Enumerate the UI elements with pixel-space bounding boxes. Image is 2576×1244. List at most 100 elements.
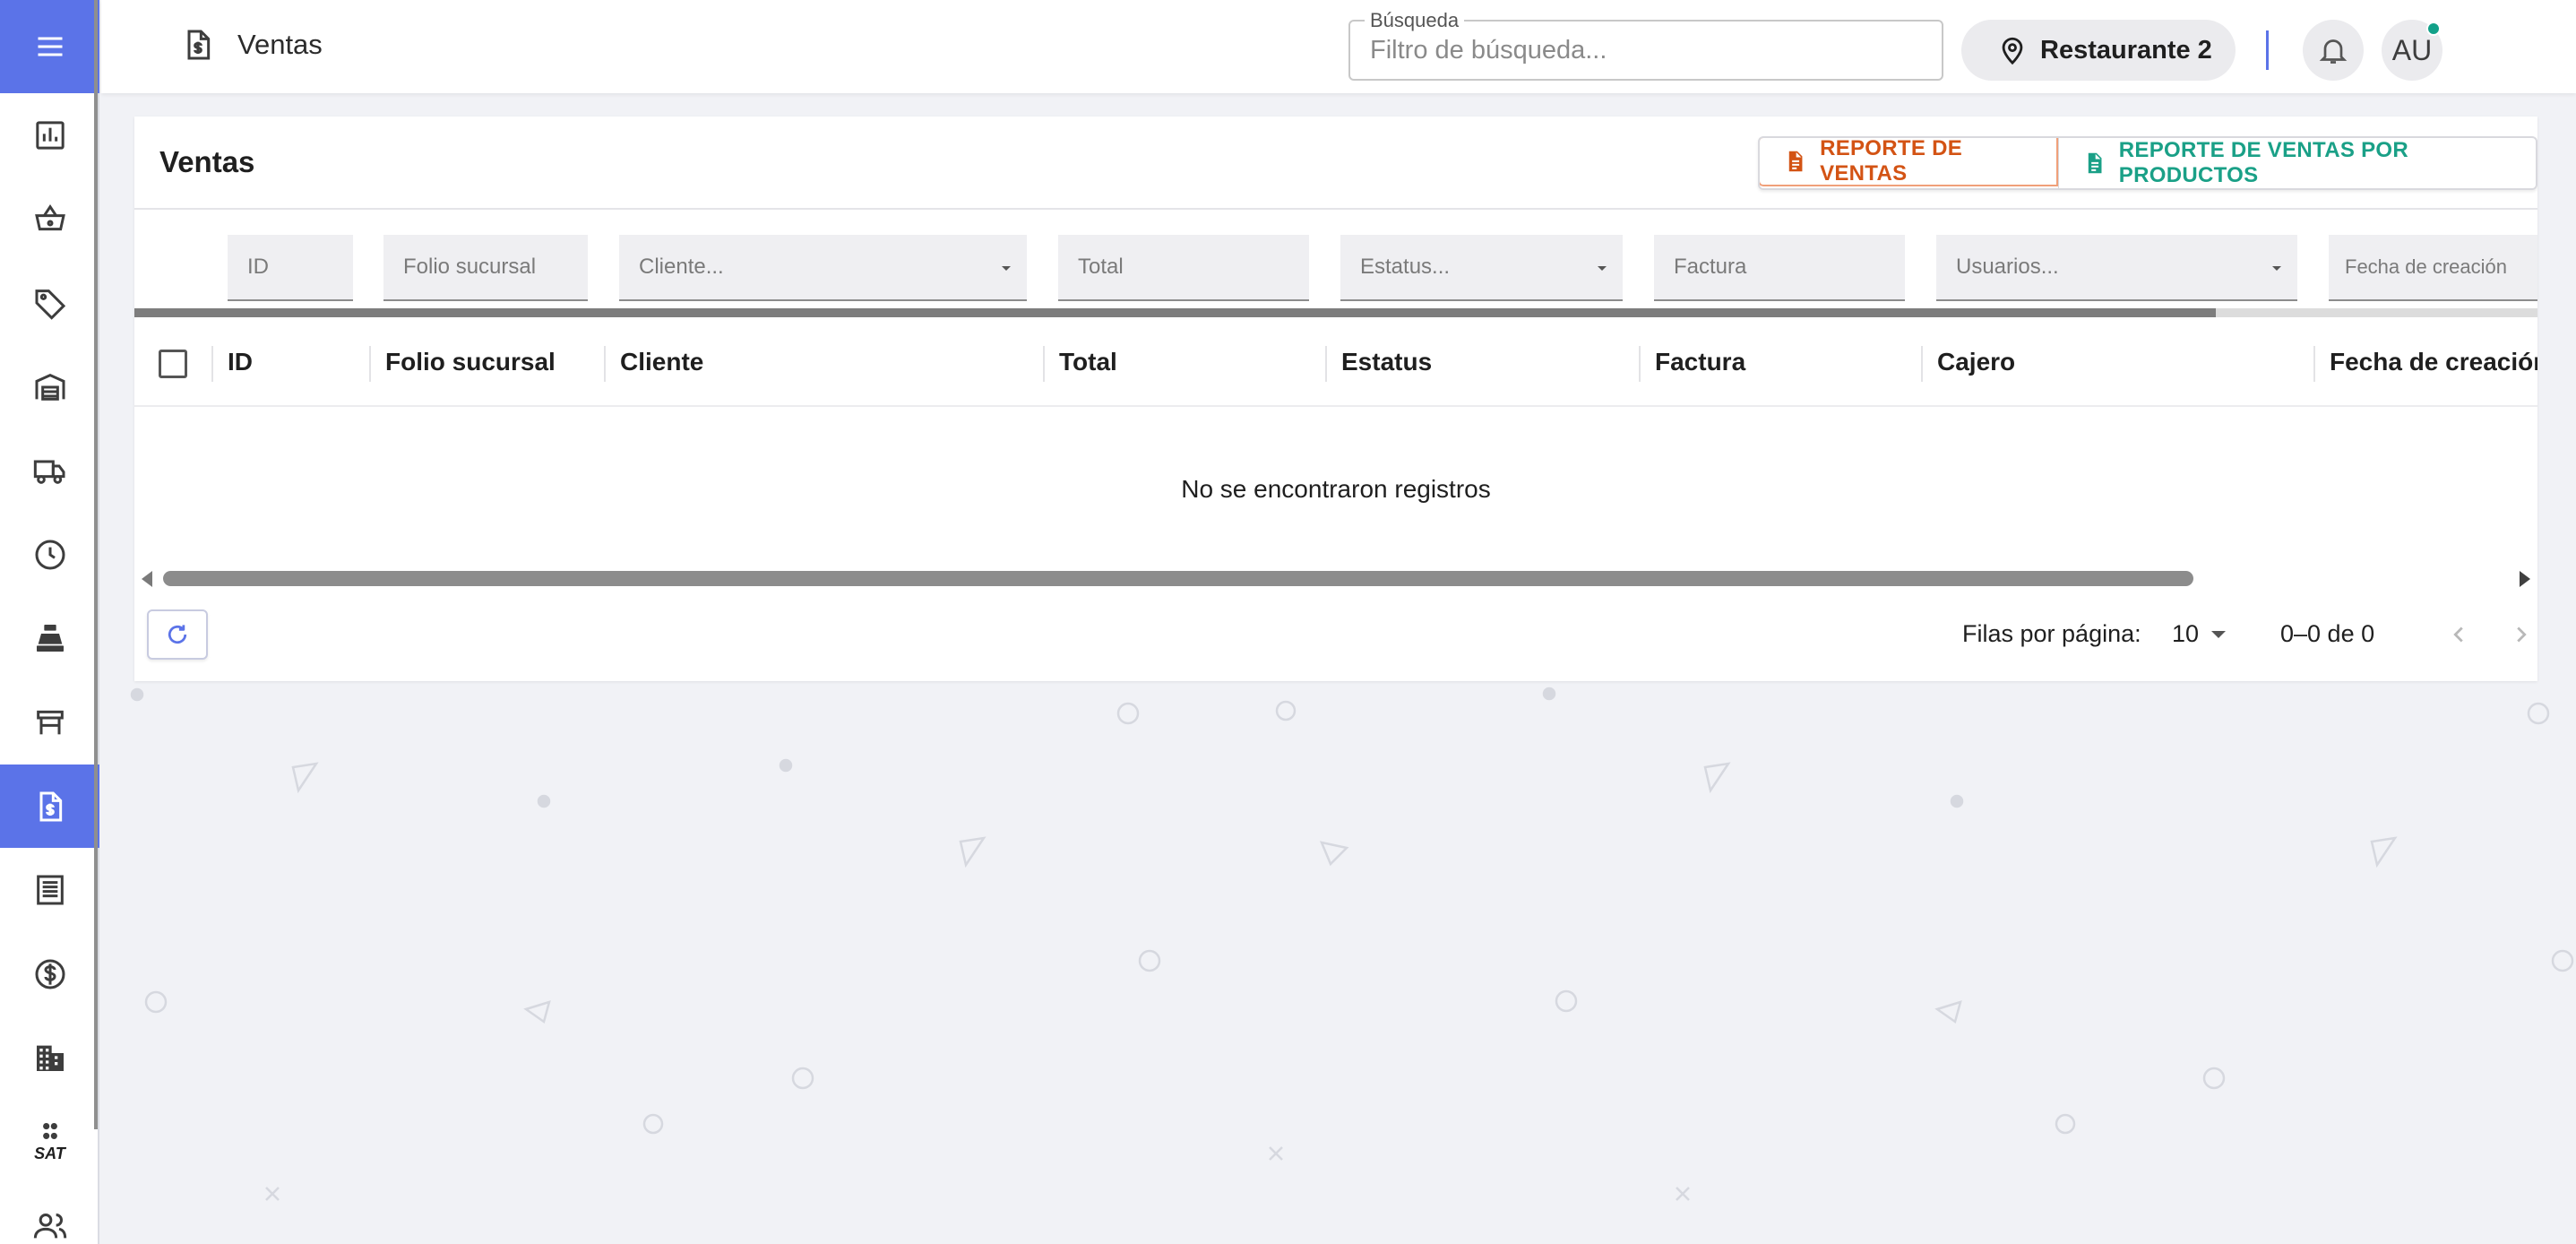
filter-folio-input[interactable]: Folio sucursal [383, 235, 588, 301]
column-separator [211, 346, 213, 382]
sidebar-item-history[interactable] [0, 513, 99, 597]
sales-by-product-report-button[interactable]: REPORTE DE VENTAS POR PRODUCTOS [2057, 138, 2536, 188]
warehouse-icon [35, 373, 65, 401]
sidebar-item-payments[interactable] [0, 932, 99, 1016]
filter-id-placeholder: ID [247, 255, 269, 279]
dropdown-caret-icon [1598, 266, 1607, 271]
filter-row: ID Folio sucursal Cliente... Total Estat… [134, 210, 2537, 301]
hamburger-icon [38, 37, 62, 56]
location-selector-button[interactable]: Restaurante 2 [1961, 20, 2236, 81]
sales-report-label: REPORTE DE VENTAS [1820, 136, 1963, 186]
column-header-id[interactable]: ID [228, 348, 253, 376]
filter-factura-input[interactable]: Factura [1654, 235, 1905, 301]
filter-total-input[interactable]: Total [1058, 235, 1309, 301]
shopping-basket-icon [34, 204, 65, 231]
rows-per-page-value: 10 [2172, 620, 2200, 647]
sales-by-product-report-label: REPORTE DE VENTAS POR PRODUCTOS [2118, 138, 2409, 187]
filter-factura-placeholder: Factura [1674, 255, 1747, 279]
column-separator [1639, 346, 1641, 382]
sidebar-scrollbar[interactable] [94, 0, 98, 1129]
progress-fill [134, 308, 2216, 317]
page-title: Ventas [237, 29, 323, 60]
chevron-left-icon [2453, 626, 2463, 643]
dropdown-caret-icon [2211, 630, 2227, 638]
rows-per-page-select[interactable]: 10 [2172, 620, 2227, 648]
column-separator [1043, 346, 1045, 382]
scrollbar-thumb[interactable] [163, 571, 2193, 586]
online-status-dot [2426, 22, 2441, 36]
rows-per-page-label: Filas por página: [1962, 620, 2141, 647]
sidebar-item-users[interactable] [0, 1184, 99, 1244]
menu-toggle-button[interactable] [0, 0, 99, 93]
dollar-circle-icon [35, 959, 65, 989]
chevron-right-icon [2517, 626, 2527, 643]
column-header-cliente[interactable]: Cliente [620, 348, 703, 376]
select-all-checkbox[interactable] [159, 350, 187, 378]
dropdown-caret-icon [1002, 266, 1011, 271]
page-header: Ventas [180, 27, 323, 63]
next-page-button[interactable] [2502, 615, 2537, 654]
empty-table-message: No se encontraron registros [1181, 475, 1491, 503]
sat-icon [42, 1123, 57, 1140]
sidebar-item-orders[interactable] [0, 177, 99, 262]
avatar-initials: AU [2391, 33, 2433, 66]
filter-cliente-placeholder: Cliente... [639, 255, 724, 279]
column-header-total[interactable]: Total [1059, 348, 1117, 376]
previous-page-button[interactable] [2439, 615, 2478, 654]
filter-cliente-select[interactable]: Cliente... [619, 235, 1027, 301]
sales-document-icon [187, 30, 211, 60]
scroll-right-arrow-icon[interactable] [2520, 571, 2530, 587]
document-icon [2088, 152, 2102, 174]
card-header: Ventas REPORTE DE VENTAS REPORTE DE VENT… [134, 117, 2537, 210]
tag-icon [35, 289, 65, 320]
column-header-fecha[interactable]: Fecha de creación [2330, 348, 2537, 376]
table-horizontal-scrollbar[interactable] [134, 565, 2537, 590]
location-label: Restaurante 2 [2040, 35, 2212, 65]
truck-icon [33, 460, 65, 485]
card-title: Ventas [159, 145, 255, 178]
sidebar-item-sat[interactable]: SAT [0, 1100, 99, 1184]
filter-estatus-placeholder: Estatus... [1360, 255, 1451, 279]
column-header-estatus[interactable]: Estatus [1341, 348, 1432, 376]
user-avatar-button[interactable]: AU [2382, 20, 2442, 81]
filter-estatus-select[interactable]: Estatus... [1340, 235, 1623, 301]
filter-usuarios-select[interactable]: Usuarios... [1936, 235, 2297, 301]
building-icon [36, 1045, 64, 1072]
filter-id-input[interactable]: ID [228, 235, 353, 301]
pagination-range: 0–0 de 0 [2280, 620, 2375, 647]
report-button-group: REPORTE DE VENTAS REPORTE DE VENTAS POR … [1758, 136, 2537, 190]
column-header-folio[interactable]: Folio sucursal [385, 348, 556, 376]
filter-usuarios-placeholder: Usuarios... [1956, 255, 2059, 279]
sidebar-item-branches[interactable] [0, 1016, 99, 1101]
sidebar-item-suppliers[interactable] [0, 428, 99, 513]
notifications-button[interactable] [2303, 20, 2364, 81]
filter-total-placeholder: Total [1078, 255, 1124, 279]
table-icon [36, 710, 64, 735]
sidebar-item-cash-register[interactable] [0, 597, 99, 681]
refresh-button[interactable] [147, 609, 208, 660]
table-header: ID Folio sucursal Cliente Total Estatus … [134, 317, 2537, 407]
search-label: Búsqueda [1365, 9, 1465, 32]
search-placeholder: Filtro de búsqueda... [1370, 36, 1607, 65]
column-header-factura[interactable]: Factura [1655, 348, 1745, 376]
filter-fecha-input[interactable]: Fecha de creación [2329, 235, 2537, 301]
sat-label: SAT [34, 1145, 65, 1163]
sales-card: Ventas REPORTE DE VENTAS REPORTE DE VENT… [134, 117, 2537, 681]
loading-progress-bar [134, 308, 2537, 317]
sidebar-item-dashboard[interactable] [0, 93, 99, 177]
scroll-left-arrow-icon[interactable] [142, 571, 152, 587]
search-input[interactable]: Búsqueda Filtro de búsqueda... [1348, 9, 1943, 81]
sidebar-item-warehouse[interactable] [0, 345, 99, 429]
sidebar-item-products[interactable] [0, 261, 99, 345]
sidebar-item-tables[interactable] [0, 680, 99, 765]
sales-report-button[interactable]: REPORTE DE VENTAS [1760, 136, 2058, 186]
document-icon [1788, 151, 1803, 172]
sidebar-item-receipts[interactable] [0, 848, 99, 932]
background-pattern [130, 687, 2574, 1201]
sidebar-item-sales[interactable] [0, 764, 99, 849]
header-divider [2266, 30, 2269, 70]
sales-document-icon [39, 791, 62, 822]
column-header-cajero[interactable]: Cajero [1937, 348, 2015, 376]
refresh-icon [168, 625, 187, 644]
location-pin-icon [2002, 37, 2023, 65]
